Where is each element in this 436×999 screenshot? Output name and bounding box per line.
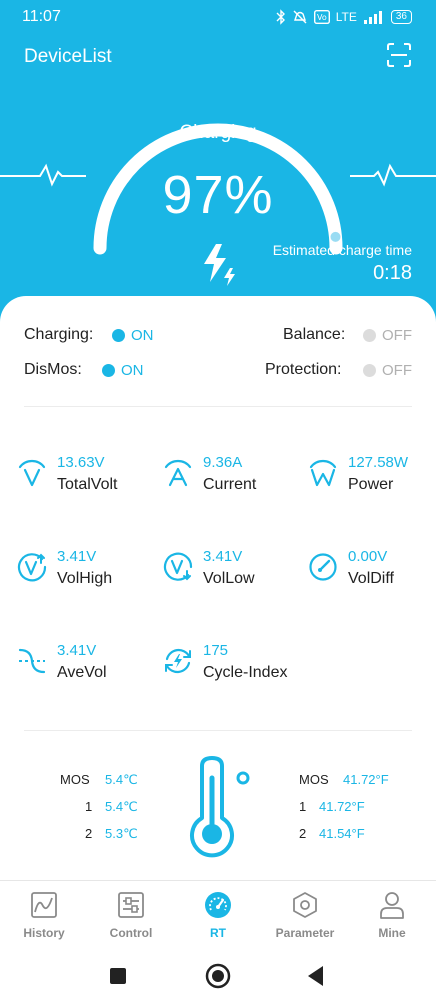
dismos-status-value[interactable]: ON	[121, 362, 144, 379]
temp-2-c-value: 5.3℃	[105, 826, 138, 841]
metric-label: Current	[203, 476, 257, 493]
gauge-icon	[309, 553, 337, 581]
tab-history[interactable]: History	[4, 891, 84, 940]
bluetooth-icon	[276, 9, 285, 25]
charging-state-label: Charging	[179, 122, 257, 143]
tab-control[interactable]: Control	[91, 891, 171, 940]
charging-bolt-icon	[204, 244, 235, 286]
charge-hero: DeviceList Charging 97% Estimated charge…	[0, 34, 436, 334]
control-sliders-icon	[118, 892, 144, 918]
charge-percent: 97%	[162, 165, 274, 225]
page-title[interactable]: DeviceList	[24, 46, 112, 68]
user-icon	[380, 892, 404, 919]
temp-1-f-value: 41.72°F	[319, 799, 365, 814]
rt-dial-icon	[205, 892, 231, 918]
temp-mos-c-value: 5.4℃	[105, 772, 138, 787]
parameter-hexagon-icon	[293, 892, 317, 918]
status-icons: Vo LTE 36	[276, 9, 412, 25]
metric-label: VolDiff	[348, 570, 394, 587]
temp-2-f-key: 2	[299, 826, 307, 841]
history-chart-icon	[31, 892, 57, 918]
estimated-charge-time-value: 0:18	[373, 262, 412, 284]
temp-2-f-value: 41.54°F	[319, 826, 365, 841]
charging-state-label: Charging:	[24, 326, 94, 343]
scan-icon[interactable]	[386, 42, 412, 68]
metric-label: Cycle-Index	[203, 664, 288, 681]
status-bar: 11:07 Vo LTE 36	[0, 0, 436, 34]
dismos-state-label: DisMos:	[24, 361, 82, 378]
tab-label: Control	[109, 926, 153, 940]
average-icon	[18, 648, 46, 674]
metric-value: 9.36A	[203, 454, 243, 471]
temp-1-c-value: 5.4℃	[105, 799, 138, 814]
tab-label: Mine	[378, 926, 406, 940]
network-type: LTE	[335, 10, 357, 24]
protection-status-dot[interactable]	[363, 364, 376, 377]
metric-value: 3.41V	[57, 642, 97, 659]
recent-apps-icon[interactable]	[109, 960, 127, 990]
vol-low-icon	[163, 552, 193, 581]
bottom-tab-bar: History Control RT Parameter Mine	[0, 880, 436, 952]
cycle-icon	[165, 648, 191, 674]
tab-mine[interactable]: Mine	[352, 891, 432, 940]
tab-label: RT	[210, 926, 226, 940]
vol-high-icon	[17, 553, 47, 582]
metric-label: AveVol	[57, 664, 107, 681]
system-nav-bar	[0, 952, 436, 999]
divider	[24, 406, 412, 407]
voltage-icon	[18, 459, 46, 487]
temp-mos-c-key: MOS	[60, 772, 90, 787]
thermometer-icon	[190, 756, 250, 858]
mute-icon	[293, 10, 307, 24]
metric-label: VolLow	[203, 570, 255, 587]
protection-state-label: Protection:	[265, 361, 342, 378]
temp-1-c-key: 1	[85, 799, 93, 814]
protection-status-value[interactable]: OFF	[382, 362, 412, 379]
tab-label: Parameter	[275, 926, 335, 940]
current-icon	[164, 459, 192, 487]
metric-value: 3.41V	[203, 548, 243, 565]
metric-value: 0.00V	[348, 548, 388, 565]
tab-parameter[interactable]: Parameter	[265, 891, 345, 940]
battery-indicator: 36	[390, 10, 412, 24]
metric-label: TotalVolt	[57, 476, 118, 493]
volte-icon: Vo	[313, 10, 330, 24]
charging-status-value[interactable]: ON	[131, 327, 154, 344]
home-icon[interactable]	[204, 960, 232, 990]
metric-value: 3.41V	[57, 548, 97, 565]
status-time: 11:07	[22, 8, 61, 25]
tab-rt[interactable]: RT	[178, 891, 258, 940]
metric-value: 127.58W	[348, 454, 409, 471]
balance-status-dot[interactable]	[363, 329, 376, 342]
estimated-charge-time-label: Estimated charge time	[272, 242, 412, 258]
dismos-status-dot[interactable]	[102, 364, 115, 377]
back-icon[interactable]	[306, 960, 326, 990]
signal-icon	[363, 11, 382, 24]
temp-1-f-key: 1	[299, 799, 307, 814]
metric-label: VolHigh	[57, 570, 113, 587]
charging-status-dot[interactable]	[112, 329, 125, 342]
metric-value: 13.63V	[57, 454, 105, 471]
tab-label: History	[23, 926, 65, 940]
svg-text:Vo: Vo	[317, 13, 327, 22]
power-icon	[309, 459, 337, 487]
divider	[24, 730, 412, 731]
balance-status-value[interactable]: OFF	[382, 327, 412, 344]
metric-value: 175	[203, 642, 229, 659]
temp-mos-f-value: 41.72°F	[343, 772, 389, 787]
metric-label: Power	[348, 476, 394, 493]
temp-mos-f-key: MOS	[299, 772, 329, 787]
temp-2-c-key: 2	[85, 826, 93, 841]
balance-state-label: Balance:	[283, 326, 346, 343]
